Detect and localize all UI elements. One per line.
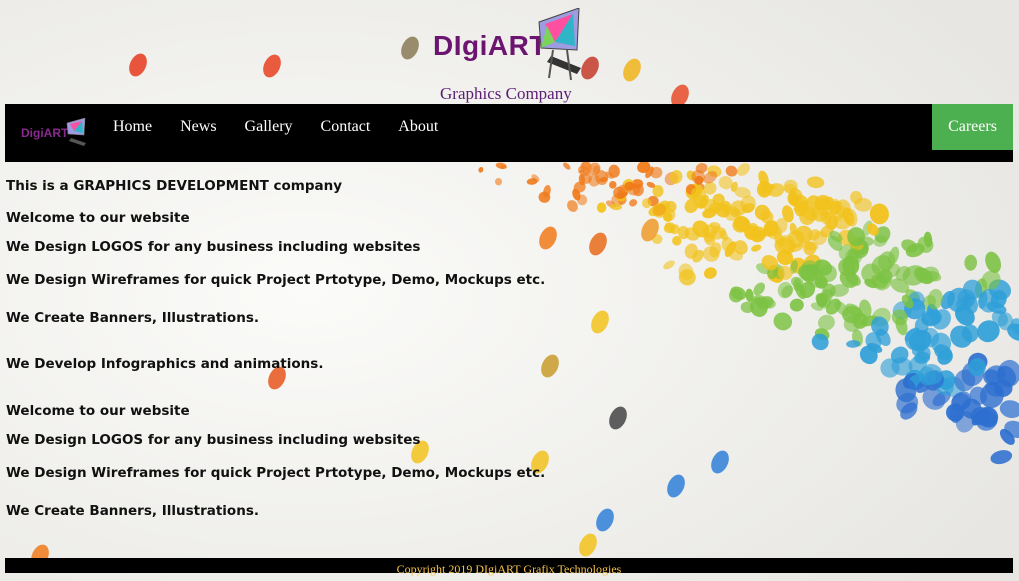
logo-easel-icon: [538, 8, 581, 81]
content-line: We Design Wireframes for quick Project P…: [6, 272, 546, 288]
brand-logo[interactable]: DIgiART: [433, 8, 583, 84]
content-line: We Create Banners, Illustrations.: [6, 503, 259, 519]
content-line: Welcome to our website: [6, 403, 190, 419]
brand-header: DIgiART Graphics Company: [0, 0, 1019, 104]
careers-button[interactable]: Careers: [932, 104, 1013, 150]
content-line: We Design Wireframes for quick Project P…: [6, 465, 546, 481]
brand-tagline: Graphics Company: [440, 84, 572, 103]
content-line: We Develop Infographics and animations.: [6, 356, 324, 372]
content-line: This is a GRAPHICS DEVELOPMENT company: [6, 178, 343, 194]
nav-link-home[interactable]: Home: [99, 104, 166, 150]
nav-link-about[interactable]: About: [384, 104, 452, 150]
footer-bar: Copyright 2019 DIgiART Grafix Technologi…: [5, 558, 1013, 576]
nav-links: Home News Gallery Contact About: [99, 104, 452, 150]
navbar-logo-text: DigiART: [21, 126, 69, 140]
nav-link-gallery[interactable]: Gallery: [231, 104, 307, 150]
navbar-logo-easel-icon: [66, 118, 86, 146]
footer-copyright: Copyright 2019 DIgiART Grafix Technologi…: [396, 562, 622, 576]
navbar-logo[interactable]: DigiART: [21, 116, 86, 150]
content-line: We Create Banners, Illustrations.: [6, 310, 259, 326]
content-line: We Design LOGOS for any business includi…: [6, 432, 421, 448]
page: DIgiART Graphics Company DigiART Home Ne…: [0, 0, 1019, 581]
brand-logo-text: DIgiART: [433, 30, 547, 61]
nav-link-contact[interactable]: Contact: [307, 104, 385, 150]
main-navbar: DigiART Home News Gallery Contact About …: [5, 104, 1013, 162]
nav-link-news[interactable]: News: [166, 104, 230, 150]
content-line: We Design LOGOS for any business includi…: [6, 239, 421, 255]
content-line: Welcome to our website: [6, 210, 190, 226]
